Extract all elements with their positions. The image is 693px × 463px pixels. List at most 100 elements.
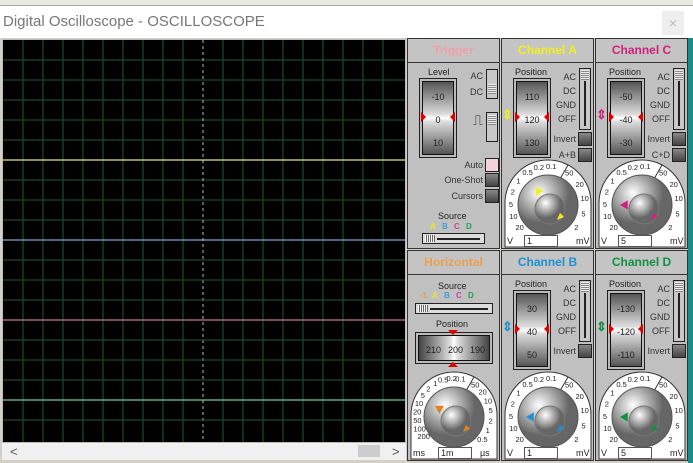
invert-button[interactable] — [578, 344, 592, 358]
dial-tick-label: 20 — [669, 180, 677, 189]
source-option-C: C — [454, 222, 460, 231]
channel-title: Channel B — [502, 251, 593, 275]
scroll-thumb[interactable] — [358, 445, 380, 457]
dial-tick-label: 2 — [574, 223, 578, 232]
level-marker-right — [450, 112, 455, 122]
scroll-left-button[interactable]: < — [10, 443, 18, 460]
source-label: Source — [438, 211, 467, 221]
coupling-slider[interactable] — [673, 68, 685, 130]
coupling-switch[interactable] — [486, 69, 498, 99]
invert-button[interactable] — [578, 132, 592, 146]
close-button[interactable]: × — [662, 11, 684, 35]
dial-tick-label: 5 — [581, 421, 585, 430]
dial-tick-label: 50 — [659, 169, 667, 178]
volts-div-value[interactable]: 5 — [618, 235, 652, 247]
drum-tick: -10 — [431, 92, 445, 102]
dial-tick-label: 2 — [605, 188, 609, 197]
dc-label: DC — [657, 298, 670, 308]
dial-tick-label: 5 — [509, 200, 513, 209]
horizontal-source-slider[interactable] — [415, 303, 493, 314]
coupling-slider[interactable] — [579, 280, 591, 342]
dial-tick-label: 2 — [668, 223, 672, 232]
ac-label: AC — [563, 72, 576, 82]
edge-switch[interactable] — [486, 112, 498, 142]
invert-label: Invert — [647, 134, 670, 144]
dial-tick-label: 50 — [565, 381, 573, 390]
dial-tick-label: 10 — [581, 194, 589, 203]
trigger-source-slider[interactable] — [422, 233, 485, 244]
dial-tick-label: 1 — [610, 177, 614, 186]
unit-ms: ms — [413, 448, 425, 458]
unit-us: µs — [480, 448, 490, 458]
invert-button[interactable] — [672, 132, 686, 146]
dc-label: DC — [563, 86, 576, 96]
dial-tick-label: 10 — [675, 406, 683, 415]
position-marker-left — [609, 112, 614, 122]
one-shot-button[interactable] — [485, 173, 499, 187]
level-marker-left — [421, 112, 426, 122]
channel-title: Channel A — [502, 39, 593, 63]
knob-cap — [440, 405, 472, 437]
dial-tick-label: 0.1 — [455, 375, 465, 384]
dial-tick-label: 1 — [516, 177, 520, 186]
edge-icon: ⎍ — [473, 112, 483, 128]
gnd-label: GND — [650, 312, 670, 322]
dial-tick-label: 20 — [515, 223, 523, 232]
cursors-button[interactable] — [485, 189, 499, 203]
ac-label: AC — [657, 72, 670, 82]
timebase-value[interactable]: 1m — [438, 447, 472, 459]
dial-tick-label: 20 — [413, 407, 421, 416]
dial-tick-label: 2 — [511, 188, 515, 197]
coupling-slider[interactable] — [673, 280, 685, 342]
invert-label: Invert — [647, 346, 670, 356]
knob-cap — [628, 193, 660, 225]
volts-div-value[interactable]: 1 — [524, 235, 558, 247]
unit-v: V — [507, 448, 514, 458]
dial-tick-label: 0.5 — [616, 168, 626, 177]
dial-tick-label: 20 — [609, 223, 617, 232]
coupling-slider[interactable] — [579, 68, 591, 130]
dial-tick-label: 2 — [605, 400, 609, 409]
off-label: OFF — [558, 114, 576, 124]
gnd-label: GND — [556, 312, 576, 322]
unit-v: V — [601, 236, 608, 246]
source-option-B: B — [442, 222, 448, 231]
horizontal-scrollbar[interactable]: < > — [2, 443, 406, 460]
off-label: OFF — [652, 326, 670, 336]
horizontal-title: Horizontal — [408, 251, 499, 275]
dial-tick-label: 0.2 — [534, 163, 544, 172]
dial-tick-label: 10 — [581, 406, 589, 415]
dial-tick-label: 0.5 — [616, 380, 626, 389]
scroll-right-button[interactable]: > — [392, 443, 400, 460]
source-option-D: D — [466, 222, 472, 231]
position-arrows-icon: ⇕ — [502, 319, 513, 334]
dial-tick-label: 0.5 — [477, 435, 487, 444]
dc-label: DC — [657, 86, 670, 96]
source-option-A: A — [432, 291, 438, 300]
one-shot-label: One-Shot — [444, 175, 483, 185]
dial-tick-label: 20 — [575, 180, 583, 189]
auto-button[interactable] — [485, 158, 499, 172]
dial-tick-label: 10 — [675, 194, 683, 203]
source-label: Source — [438, 281, 467, 291]
position-label: Position — [609, 67, 642, 77]
dial-tick-label: 200 — [417, 432, 430, 441]
dial-tick-label: 10 — [484, 396, 492, 405]
dial-tick-label: 50 — [413, 416, 421, 425]
volts-div-value[interactable]: 5 — [618, 447, 652, 459]
dial-tick-label: 5 — [675, 209, 679, 218]
trigger-panel: Trigger Level -10 0 10 AC DC ⎍ Auto One-Sh… — [407, 38, 500, 249]
dial-tick-label: 10 — [603, 424, 611, 433]
dial-tick-label: 2 — [668, 435, 672, 444]
invert-label: Invert — [553, 134, 576, 144]
drum-tick: 40 — [526, 327, 537, 337]
invert-button[interactable] — [672, 344, 686, 358]
position-arrows-icon: ⇕ — [502, 107, 513, 122]
dial-tick-label: 0.5 — [522, 380, 532, 389]
volts-div-value[interactable]: 1 — [524, 447, 558, 459]
unit-mv: mV — [576, 236, 590, 246]
dial-tick-label: 10 — [509, 212, 517, 221]
knob-cap — [534, 405, 566, 437]
drum-tick: 120 — [524, 115, 540, 125]
dial-tick-label: 5 — [421, 391, 425, 400]
